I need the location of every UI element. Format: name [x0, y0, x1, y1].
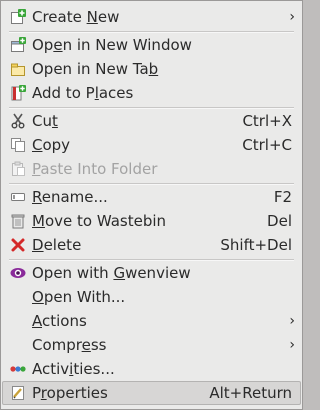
menu-item-properties[interactable]: Properties Alt+Return	[2, 381, 301, 405]
menu-item-open-new-window[interactable]: Open in New Window	[2, 33, 301, 57]
activities-icon	[10, 361, 26, 377]
menu-item-cut[interactable]: Cut Ctrl+X	[2, 109, 301, 133]
menu-item-label: Cut	[32, 112, 58, 130]
menu-item-label: Open with Gwenview	[32, 264, 191, 282]
menu-item-label: Create New	[32, 8, 120, 26]
menu-item-actions[interactable]: Actions ›	[2, 309, 301, 333]
new-window-icon	[10, 37, 26, 53]
menu-item-rename[interactable]: Rename... F2	[2, 185, 301, 209]
menu-item-create-new[interactable]: Create New ›	[2, 5, 301, 29]
add-to-places-icon	[10, 85, 26, 101]
submenu-arrow-icon: ›	[289, 9, 295, 25]
properties-icon	[10, 385, 26, 401]
menu-item-label: Activities...	[32, 360, 115, 378]
menu-item-label: Delete	[32, 236, 82, 254]
menu-item-label: Rename...	[32, 188, 108, 206]
shortcut-label: Shift+Del	[220, 236, 292, 254]
menu-item-label: Copy	[32, 136, 71, 154]
menu-item-move-to-wastebin[interactable]: Move to Wastebin Del	[2, 209, 301, 233]
paste-icon	[10, 161, 26, 177]
menu-item-open-with-gwenview[interactable]: Open with Gwenview	[2, 261, 301, 285]
menu-item-add-to-places[interactable]: Add to Places	[2, 81, 301, 105]
shortcut-label: F2	[273, 188, 292, 206]
context-menu: Create New › Open in New Window Open in …	[0, 0, 303, 410]
shortcut-label: Ctrl+X	[242, 112, 292, 130]
submenu-arrow-icon: ›	[289, 313, 295, 329]
menu-item-compress[interactable]: Compress ›	[2, 333, 301, 357]
rename-icon	[10, 189, 26, 205]
menu-item-label: Open in New Tab	[32, 60, 159, 78]
shortcut-label: Del	[267, 212, 292, 230]
menu-item-label: Actions	[32, 312, 87, 330]
copy-icon	[10, 137, 26, 153]
menu-item-label: Compress	[32, 336, 107, 354]
menu-item-paste-into-folder: Paste Into Folder	[2, 157, 301, 181]
menu-item-label: Properties	[32, 384, 108, 402]
menu-item-copy[interactable]: Copy Ctrl+C	[2, 133, 301, 157]
wastebin-icon	[10, 213, 26, 229]
menu-item-label: Move to Wastebin	[32, 212, 167, 230]
scissors-icon	[10, 113, 26, 129]
shortcut-label: Alt+Return	[209, 384, 292, 402]
create-new-icon	[10, 9, 26, 25]
menu-item-label: Open in New Window	[32, 36, 192, 54]
submenu-arrow-icon: ›	[289, 337, 295, 353]
menu-item-label: Open With...	[32, 288, 126, 306]
delete-icon	[10, 237, 26, 253]
menu-item-activities[interactable]: Activities...	[2, 357, 301, 381]
menu-item-delete[interactable]: Delete Shift+Del	[2, 233, 301, 257]
menu-item-open-new-tab[interactable]: Open in New Tab	[2, 57, 301, 81]
menu-item-label: Add to Places	[32, 84, 134, 102]
menu-item-label: Paste Into Folder	[32, 160, 158, 178]
shortcut-label: Ctrl+C	[242, 136, 292, 154]
new-tab-icon	[10, 61, 26, 77]
gwenview-icon	[10, 265, 26, 281]
menu-item-open-with[interactable]: Open With...	[2, 285, 301, 309]
